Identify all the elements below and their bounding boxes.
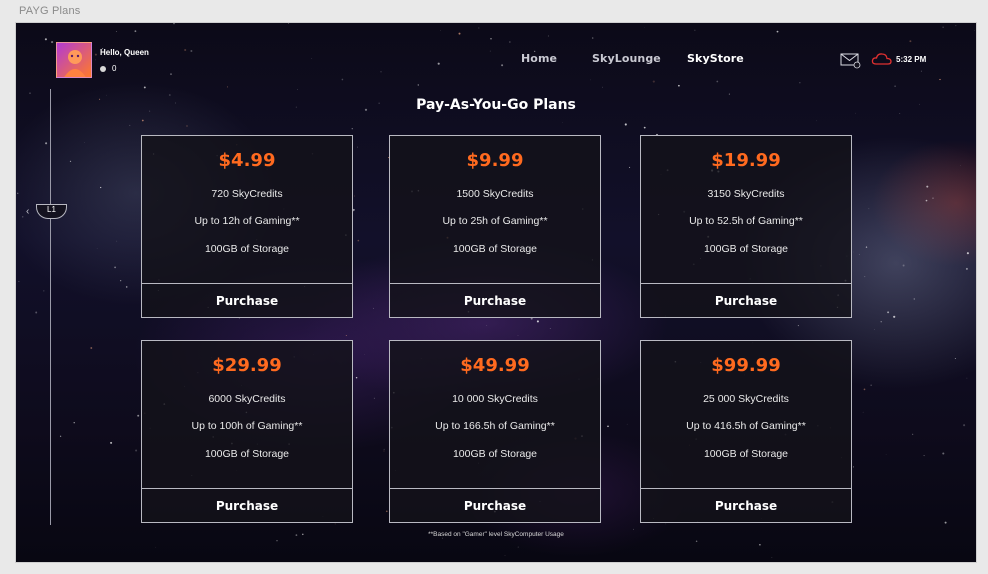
purchase-button[interactable]: Purchase	[641, 488, 851, 522]
plan-storage: 100GB of Storage	[204, 243, 290, 255]
plan-price: $29.99	[212, 355, 282, 376]
plan-card: $4.99 720 SkyCredits Up to 12h of Gaming…	[141, 135, 353, 318]
coin-count: 0	[112, 64, 117, 73]
plan-price: $9.99	[466, 150, 524, 171]
level-badge[interactable]: L1	[36, 204, 67, 219]
plan-card: $9.99 1500 SkyCredits Up to 25h of Gamin…	[389, 135, 601, 318]
purchase-button[interactable]: Purchase	[390, 283, 600, 317]
purchase-button[interactable]: Purchase	[641, 283, 851, 317]
plan-gaming: Up to 166.5h of Gaming**	[435, 420, 555, 432]
plan-storage: 100GB of Storage	[452, 243, 538, 255]
plan-credits: 25 000 SkyCredits	[703, 393, 789, 405]
plan-storage: 100GB of Storage	[204, 448, 290, 460]
plan-price: $19.99	[711, 150, 781, 171]
frame-label: PAYG Plans	[19, 5, 81, 17]
plan-credits: 1500 SkyCredits	[456, 188, 534, 200]
plan-storage: 100GB of Storage	[452, 448, 538, 460]
user-greeting: Hello, Queen	[100, 48, 149, 57]
purchase-button[interactable]: Purchase	[390, 488, 600, 522]
plan-gaming: Up to 52.5h of Gaming**	[689, 215, 803, 227]
plan-price: $99.99	[711, 355, 781, 376]
clock-time: 5:32 PM	[896, 55, 927, 64]
cloud-icon[interactable]	[871, 51, 893, 72]
plan-price: $49.99	[460, 355, 530, 376]
plan-credits: 720 SkyCredits	[211, 188, 283, 200]
plan-gaming: Up to 416.5h of Gaming**	[686, 420, 806, 432]
plan-card: $29.99 6000 SkyCredits Up to 100h of Gam…	[141, 340, 353, 523]
nav-home[interactable]: Home	[521, 52, 557, 65]
plan-price: $4.99	[218, 150, 276, 171]
plan-credits: 6000 SkyCredits	[208, 393, 286, 405]
plan-card: $49.99 10 000 SkyCredits Up to 166.5h of…	[389, 340, 601, 523]
coin-balance: 0	[100, 64, 116, 73]
plan-credits: 3150 SkyCredits	[707, 188, 785, 200]
plan-storage: 100GB of Storage	[703, 243, 789, 255]
plan-credits: 10 000 SkyCredits	[452, 393, 538, 405]
plan-storage: 100GB of Storage	[703, 448, 789, 460]
plan-gaming: Up to 25h of Gaming**	[442, 215, 548, 227]
plan-gaming: Up to 12h of Gaming**	[194, 215, 300, 227]
chevron-left-icon[interactable]: ‹	[26, 206, 29, 217]
page-title: Pay-As-You-Go Plans	[416, 97, 576, 113]
coin-icon	[100, 65, 106, 72]
footnote: **Based on "Gamer" level SkyComputer Usa…	[428, 531, 564, 538]
nav-skylounge[interactable]: SkyLounge	[592, 52, 661, 65]
level-rail	[50, 89, 51, 525]
plan-card: $99.99 25 000 SkyCredits Up to 416.5h of…	[640, 340, 852, 523]
purchase-button[interactable]: Purchase	[142, 283, 352, 317]
mail-icon[interactable]	[840, 53, 862, 74]
app-window: Hello, Queen 0 Home SkyLounge SkyStore 5…	[16, 23, 976, 562]
purchase-button[interactable]: Purchase	[142, 488, 352, 522]
plan-card: $19.99 3150 SkyCredits Up to 52.5h of Ga…	[640, 135, 852, 318]
nav-skystore[interactable]: SkyStore	[687, 52, 744, 65]
avatar[interactable]	[56, 42, 92, 78]
plan-gaming: Up to 100h of Gaming**	[191, 420, 303, 432]
